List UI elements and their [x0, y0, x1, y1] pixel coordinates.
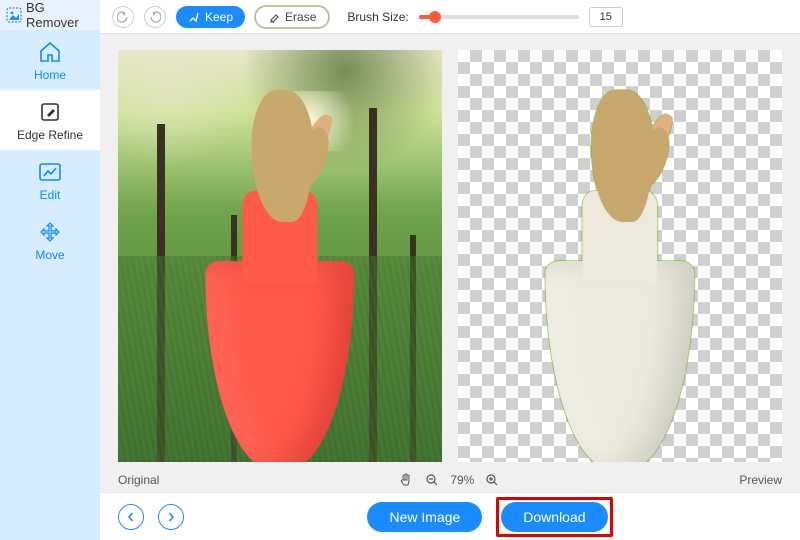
- sidebar-item-edge-refine[interactable]: Edge Refine: [0, 90, 100, 150]
- slider-thumb[interactable]: [429, 11, 441, 23]
- bottom-bar: New Image Download: [100, 492, 800, 540]
- brush-keep-icon: [188, 11, 200, 23]
- zoom-in-icon: [485, 473, 499, 487]
- sidebar-item-home[interactable]: Home: [0, 30, 100, 90]
- chevron-left-icon: [126, 512, 136, 522]
- sidebar-item-move[interactable]: Move: [0, 210, 100, 270]
- sidebar-item-label: Home: [34, 68, 66, 82]
- erase-button[interactable]: Erase: [255, 6, 329, 28]
- sidebar-item-label: Edit: [40, 188, 61, 202]
- zoom-in-button[interactable]: [484, 472, 500, 488]
- hand-icon: [399, 473, 413, 487]
- brush-size-value[interactable]: 15: [589, 7, 623, 27]
- new-image-label: New Image: [389, 509, 460, 525]
- brand-name: BG Remover: [26, 0, 94, 30]
- main-area: Keep Erase Brush Size: 15: [100, 0, 800, 540]
- sidebar: BG Remover Home Edge Refine Edit Move: [0, 0, 100, 540]
- sidebar-item-label: Move: [35, 248, 64, 262]
- move-icon: [38, 220, 62, 244]
- edit-icon: [38, 160, 62, 184]
- keep-label: Keep: [205, 10, 233, 24]
- download-label: Download: [523, 509, 585, 525]
- chevron-right-icon: [166, 512, 176, 522]
- new-image-button[interactable]: New Image: [367, 502, 482, 532]
- undo-icon: [117, 11, 129, 23]
- home-icon: [38, 40, 62, 64]
- keep-button[interactable]: Keep: [176, 6, 245, 28]
- zoom-out-icon: [425, 473, 439, 487]
- erase-icon: [268, 11, 280, 23]
- edge-refine-icon: [38, 100, 62, 124]
- brush-size-label: Brush Size:: [347, 10, 408, 24]
- original-image: [118, 50, 442, 462]
- redo-icon: [149, 11, 161, 23]
- toolbar: Keep Erase Brush Size: 15: [100, 0, 800, 34]
- original-label: Original: [118, 473, 159, 487]
- undo-button[interactable]: [112, 6, 134, 28]
- zoom-out-button[interactable]: [424, 472, 440, 488]
- original-panel[interactable]: [118, 50, 442, 462]
- sidebar-item-label: Edge Refine: [17, 128, 83, 142]
- cutout-subject: [516, 75, 723, 462]
- sidebar-item-edit[interactable]: Edit: [0, 150, 100, 210]
- zoom-value: 79%: [450, 473, 474, 487]
- subject-mask-overlay: [176, 75, 383, 462]
- redo-button[interactable]: [144, 6, 166, 28]
- erase-label: Erase: [285, 10, 316, 24]
- workspace: [100, 34, 800, 468]
- download-highlight: Download: [496, 497, 612, 537]
- brand-title: BG Remover: [0, 0, 100, 30]
- download-button[interactable]: Download: [501, 502, 607, 532]
- next-page-button[interactable]: [158, 504, 184, 530]
- brand-logo-icon: [6, 7, 22, 23]
- pan-button[interactable]: [398, 472, 414, 488]
- status-bar: Original 79% Preview: [100, 468, 800, 492]
- prev-page-button[interactable]: [118, 504, 144, 530]
- brush-size-slider[interactable]: [419, 15, 579, 19]
- preview-label: Preview: [739, 473, 782, 487]
- preview-panel[interactable]: [458, 50, 782, 462]
